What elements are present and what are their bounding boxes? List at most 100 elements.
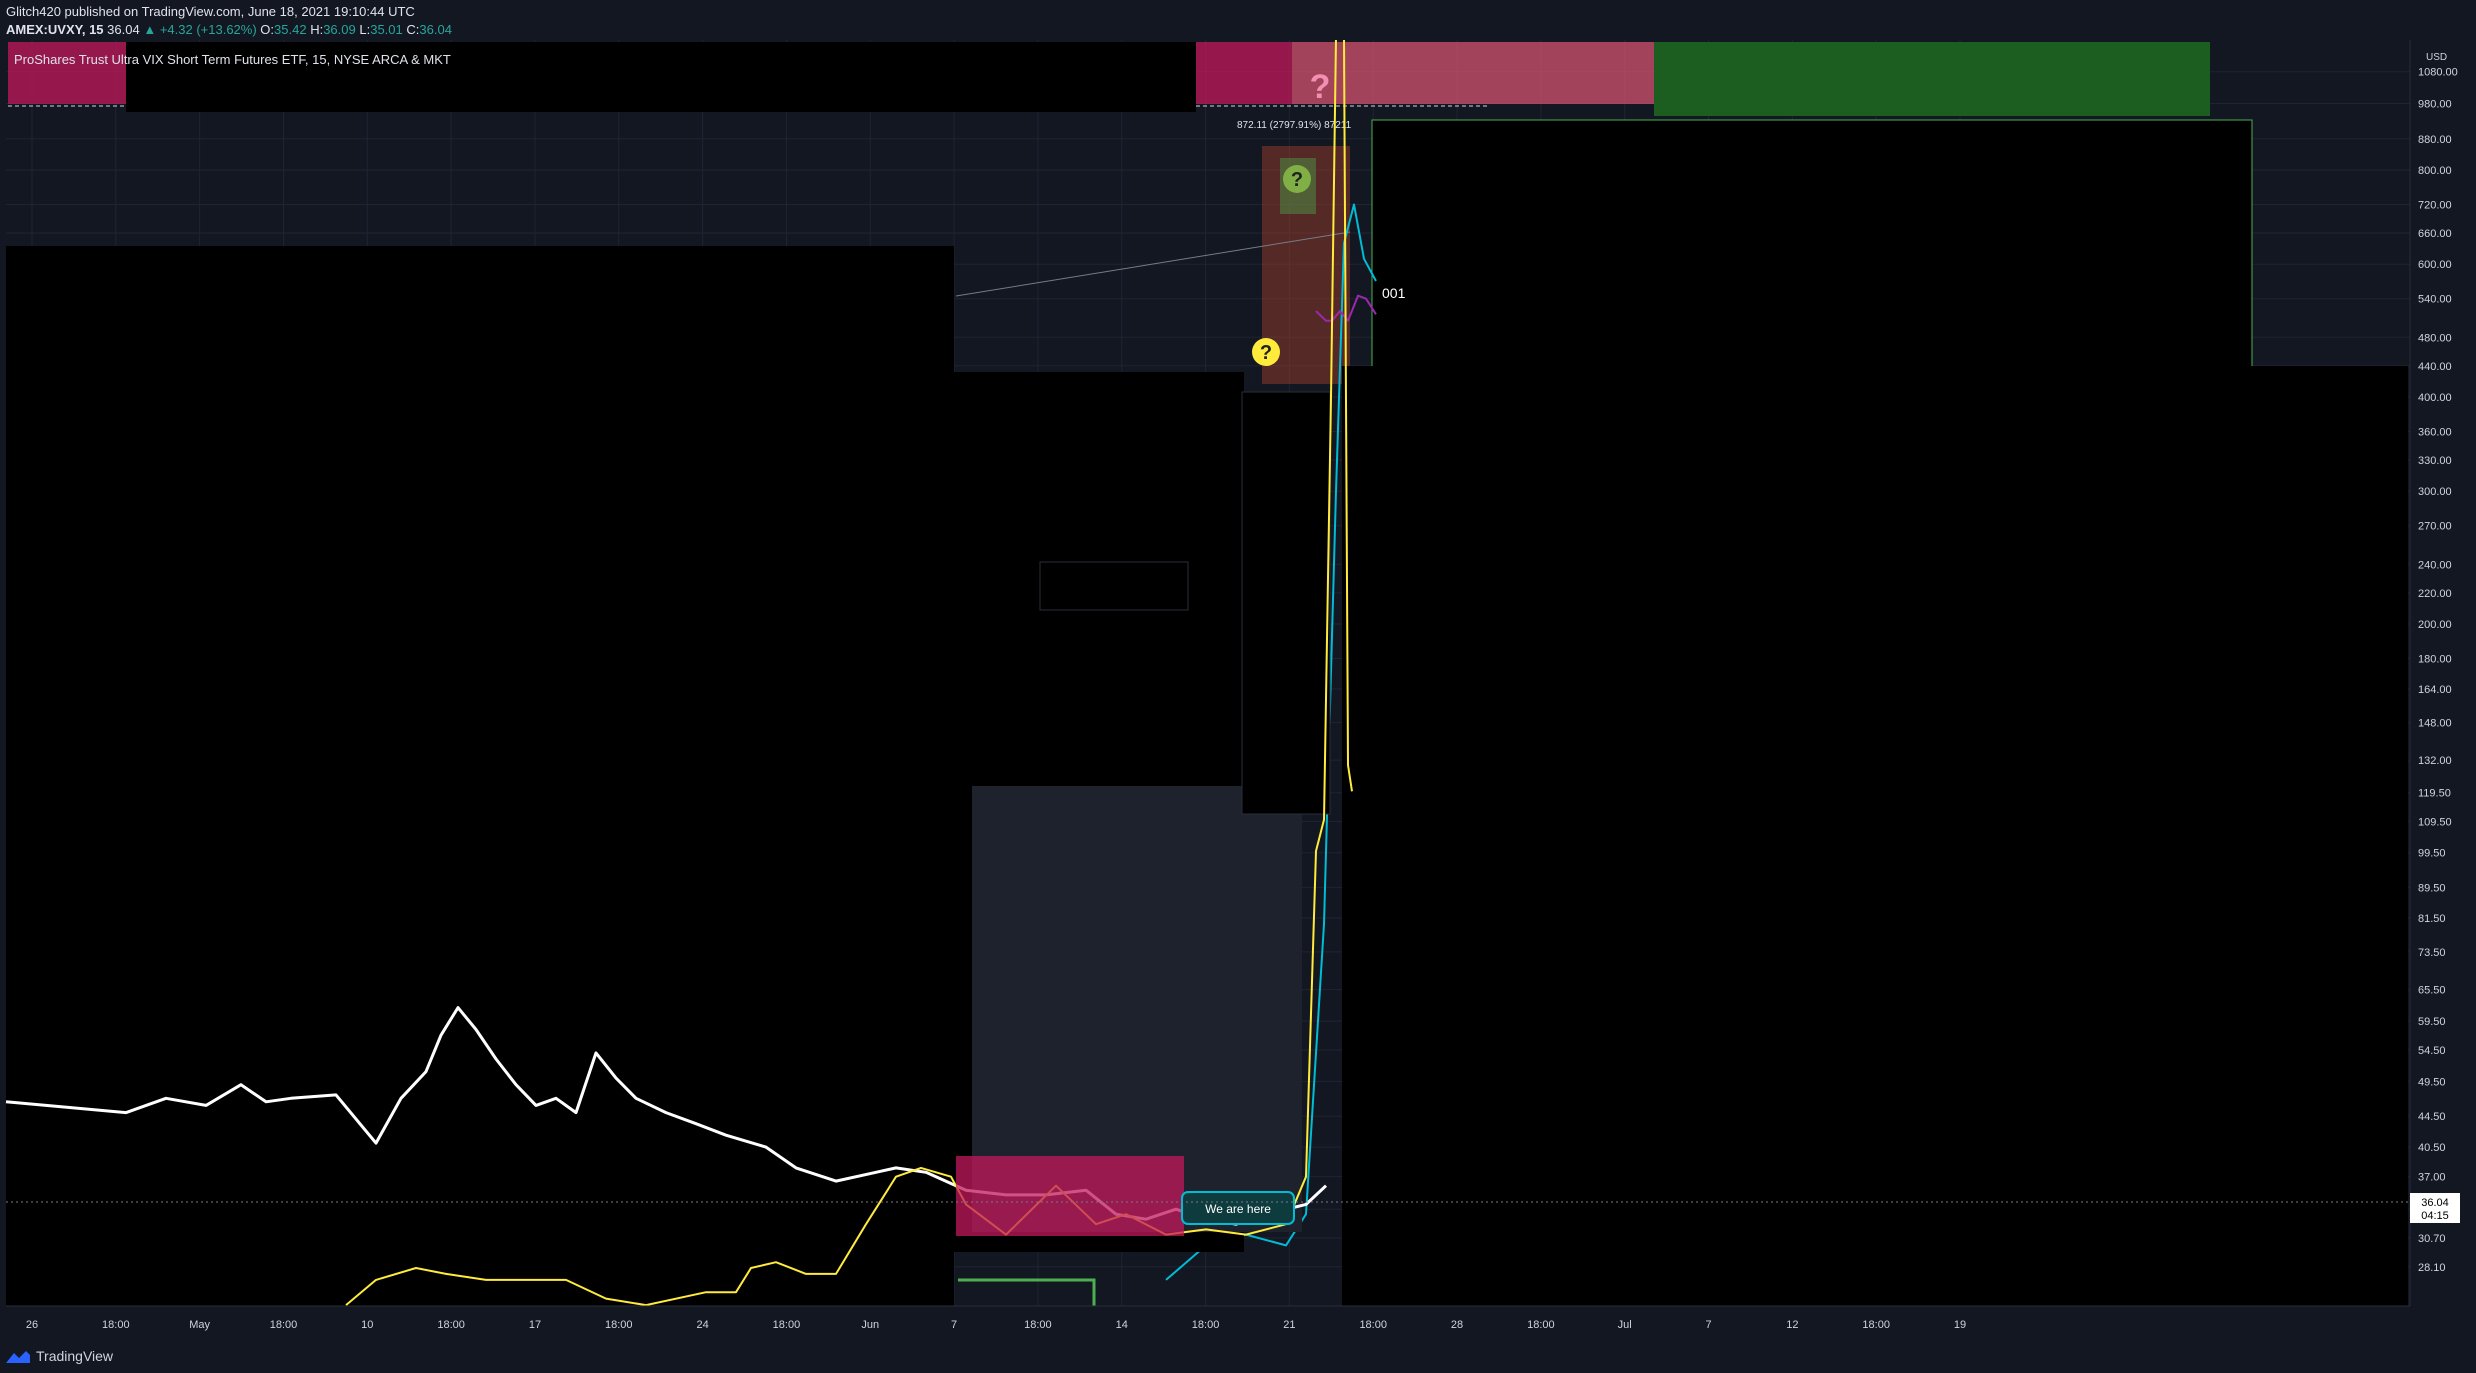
price-change: ▲ +4.32 (+13.62%) — [143, 22, 257, 37]
x-tick-label: 24 — [696, 1319, 708, 1331]
x-tick-label: 10 — [361, 1319, 373, 1331]
last-price: 36.04 — [107, 22, 140, 37]
x-tick-label: 7 — [1705, 1319, 1711, 1331]
chart-canvas[interactable]: ProShares Trust Ultra VIX Short Term Fut… — [0, 40, 2476, 1340]
y-tick-label: 200.00 — [2418, 619, 2452, 631]
y-tick-label: 89.50 — [2418, 882, 2446, 894]
x-tick-label: Jul — [1618, 1319, 1632, 1331]
y-tick-label: 220.00 — [2418, 588, 2452, 600]
x-tick-label: 19 — [1954, 1319, 1966, 1331]
currency-label: USD — [2426, 52, 2447, 63]
y-tick-label: 28.10 — [2418, 1262, 2446, 1274]
x-tick-label: May — [189, 1319, 210, 1331]
y-tick-label: 109.50 — [2418, 816, 2452, 828]
overlay-center-right — [1241, 391, 1331, 815]
y-tick-label: 132.00 — [2418, 755, 2452, 767]
current-price-label: 36.04 04:15 — [2410, 1193, 2460, 1223]
x-tick-label: 18:00 — [773, 1319, 801, 1331]
x-tick-label: 14 — [1116, 1319, 1128, 1331]
ohlc-low: 35.01 — [370, 22, 403, 37]
publish-info: Glitch420 published on TradingView.com, … — [6, 4, 415, 19]
y-tick-label: 880.00 — [2418, 134, 2452, 146]
x-tick-label: 18:00 — [270, 1319, 298, 1331]
y-tick-label: 300.00 — [2418, 486, 2452, 498]
ohlc-low-label: L: — [359, 22, 371, 37]
x-tick-label: Jun — [861, 1319, 879, 1331]
tradingview-logo-icon — [6, 1351, 30, 1363]
y-tick-label: 540.00 — [2418, 294, 2452, 306]
y-tick-label: 65.50 — [2418, 985, 2446, 997]
y-tick-label: 480.00 — [2418, 332, 2452, 344]
ohlc-open: 35.42 — [274, 22, 307, 37]
ohlc-high-label: H: — [310, 22, 324, 37]
y-tick-label: 180.00 — [2418, 654, 2452, 666]
y-tick-label: 40.50 — [2418, 1142, 2446, 1154]
y-tick-label: 30.70 — [2418, 1233, 2446, 1245]
x-tick-label: 18:00 — [605, 1319, 633, 1331]
legend-title: ProShares Trust Ultra VIX Short Term Fut… — [14, 52, 451, 67]
y-tick-label: 73.50 — [2418, 947, 2446, 959]
symbol-name[interactable]: AMEX:UVXY, 15 — [6, 22, 104, 37]
code-label: 001 — [1382, 285, 1406, 301]
ohlc-high: 36.09 — [323, 22, 356, 37]
question-icon: ? — [1252, 338, 1280, 366]
x-tick-label: 18:00 — [102, 1319, 130, 1331]
y-tick-label: 240.00 — [2418, 559, 2452, 571]
y-tick-label: 440.00 — [2418, 361, 2452, 373]
y-tick-label: 600.00 — [2418, 259, 2452, 271]
x-tick-label: 28 — [1451, 1319, 1463, 1331]
y-tick-label: 148.00 — [2418, 718, 2452, 730]
x-tick-label: 18:00 — [437, 1319, 465, 1331]
x-tick-label: 18:00 — [1862, 1319, 1890, 1331]
x-tick-label: 18:00 — [1192, 1319, 1220, 1331]
overlay-right-top — [1371, 119, 2253, 409]
x-tick-label: 21 — [1283, 1319, 1295, 1331]
y-tick-label: 99.50 — [2418, 848, 2446, 860]
y-tick-label: 54.50 — [2418, 1045, 2446, 1057]
ohlc-close-label: C: — [406, 22, 420, 37]
y-tick-label: 980.00 — [2418, 99, 2452, 111]
time-axis-ticks: 26 18:00 May 18:00 10 18:00 17 18:00 24 18:00 Jun 7… — [26, 1319, 1966, 1331]
y-tick-label: 360.00 — [2418, 427, 2452, 439]
question-icon: ? — [1310, 68, 1331, 106]
x-tick-label: 7 — [951, 1319, 957, 1331]
x-tick-label: 18:00 — [1359, 1319, 1387, 1331]
svg-text:?: ? — [1291, 169, 1303, 191]
y-tick-label: 660.00 — [2418, 228, 2452, 240]
overlay-left — [6, 246, 954, 1306]
current-price-value: 36.04 — [2421, 1197, 2449, 1209]
red-zone-right — [1292, 42, 1654, 104]
y-tick-label: 1080.00 — [2418, 67, 2458, 79]
y-tick-label: 37.00 — [2418, 1172, 2446, 1184]
y-tick-label: 119.50 — [2418, 788, 2451, 800]
footer[interactable]: TradingView — [6, 1344, 113, 1368]
y-tick-label: 800.00 — [2418, 165, 2452, 177]
y-tick-label: 59.50 — [2418, 1016, 2446, 1028]
y-tick-label: 720.00 — [2418, 200, 2452, 212]
y-tick-label: 164.00 — [2418, 684, 2452, 696]
y-tick-label: 44.50 — [2418, 1111, 2446, 1123]
price-countdown: 04:15 — [2421, 1210, 2449, 1222]
x-tick-label: 12 — [1786, 1319, 1798, 1331]
red-zone-bottom — [956, 1156, 1184, 1236]
y-tick-label: 400.00 — [2418, 392, 2452, 404]
y-tick-label: 81.50 — [2418, 913, 2446, 925]
y-tick-label: 49.50 — [2418, 1076, 2446, 1088]
footer-brand: TradingView — [36, 1348, 114, 1364]
we-are-here-callout: We are here — [1181, 1191, 1295, 1225]
x-tick-label: 18:00 — [1024, 1319, 1052, 1331]
x-tick-label: 26 — [26, 1319, 38, 1331]
symbol-bar: AMEX:UVXY, 15 36.04 ▲ +4.32 (+13.62%) O:… — [6, 22, 452, 37]
green-zone — [1654, 42, 2210, 116]
question-icon: ? — [1283, 165, 1311, 193]
ohlc-open-label: O: — [260, 22, 275, 37]
y-tick-label: 270.00 — [2418, 521, 2452, 533]
red-zone-mid — [1196, 42, 1292, 104]
x-tick-label: 17 — [529, 1319, 541, 1331]
y-tick-label: 330.00 — [2418, 455, 2452, 467]
ohlc-close: 36.04 — [419, 22, 452, 37]
x-tick-label: 18:00 — [1527, 1319, 1555, 1331]
overlay-right-main — [1342, 366, 2408, 1306]
svg-text:?: ? — [1260, 342, 1272, 364]
we-are-here-label: We are here — [1205, 1202, 1271, 1216]
